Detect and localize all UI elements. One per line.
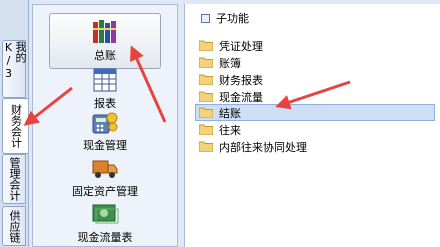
arrow-to-financial-tab: [23, 86, 73, 126]
arrow-to-period-closing: [275, 80, 351, 110]
arrow-to-general-ledger: [130, 45, 167, 123]
annotation-arrows: [23, 45, 351, 126]
